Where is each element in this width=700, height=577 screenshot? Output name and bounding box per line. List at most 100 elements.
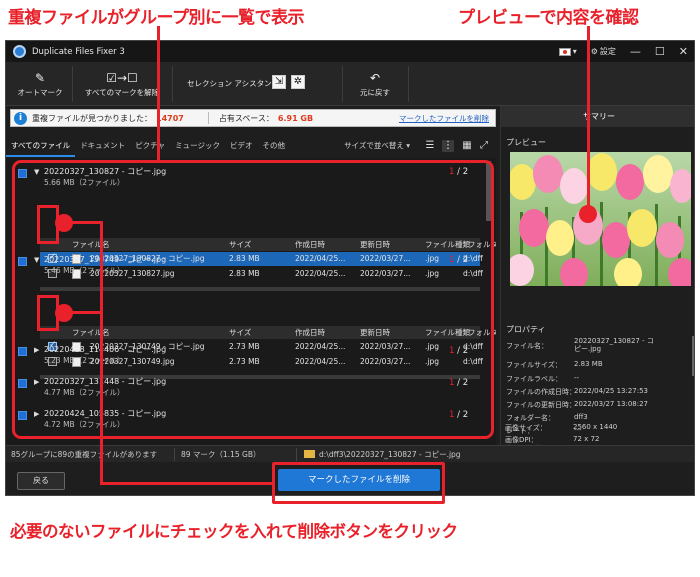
marker-dot-3 bbox=[579, 205, 597, 223]
undo-label: 元に戻す bbox=[360, 87, 390, 97]
file-type: .jpg bbox=[425, 269, 439, 278]
col-created[interactable]: 作成日時 bbox=[295, 238, 325, 251]
collapse-arrow-icon[interactable]: ▼ bbox=[34, 168, 39, 176]
prop-key: ファイルの更新日時： bbox=[506, 401, 576, 409]
col-type[interactable]: ファイル種類 bbox=[425, 238, 470, 251]
expand-arrow-icon[interactable]: ▶ bbox=[34, 410, 39, 418]
file-folder: d:\dff bbox=[463, 357, 483, 366]
file-size: 2.83 MB bbox=[229, 254, 260, 263]
file-created: 2022/04/25... bbox=[295, 342, 346, 351]
col-type[interactable]: ファイル種類 bbox=[425, 326, 470, 339]
prop-value: dff3 bbox=[574, 413, 588, 421]
group-name: 20220418_114406 - コピー.jpg bbox=[44, 345, 167, 354]
folder-icon bbox=[304, 450, 315, 458]
group-checkbox[interactable] bbox=[18, 379, 27, 388]
prop-key: ファイルの作成日時： bbox=[506, 388, 576, 396]
close-button[interactable]: ✕ bbox=[679, 45, 688, 58]
file-created: 2022/04/25... bbox=[295, 357, 346, 366]
group-checkbox[interactable] bbox=[18, 169, 27, 178]
prop-key: 画像DPI： bbox=[505, 436, 538, 444]
file-modified: 2022/03/27... bbox=[360, 254, 411, 263]
group-size: 5.23 MB（2ファイル） bbox=[44, 356, 125, 365]
sort-dropdown[interactable]: サイズで並べ替え ▾ bbox=[344, 135, 410, 157]
selection-assistant-clear-icon[interactable]: ✲ bbox=[291, 75, 305, 89]
group-count: 1 / 2 bbox=[449, 410, 469, 420]
status-bar: 85グループに89の重複ファイルがあります 89 マーク（1.15 GB） d:… bbox=[6, 445, 694, 462]
checkbox-arrow-icon: ☑→☐ bbox=[106, 70, 138, 85]
prop-key: ファイルサイズ： bbox=[506, 361, 562, 369]
delete-marked-button[interactable]: マークしたファイルを削除 bbox=[278, 469, 440, 491]
col-filename[interactable]: ファイル名 bbox=[72, 238, 110, 251]
group-checkbox[interactable] bbox=[18, 411, 27, 420]
auto-mark-button[interactable]: ✎ オートマーク bbox=[16, 67, 64, 101]
connector-line bbox=[587, 26, 590, 210]
prop-value: 2022/04/25 13:27:53 bbox=[574, 387, 649, 395]
tab-pictures[interactable]: ピクチャ bbox=[130, 135, 170, 157]
app-window: Duplicate Files Fixer 3 ▾ ⚙ 設定 — ☐ ✕ ✎ オ… bbox=[5, 40, 695, 496]
group-size: 4.72 MB（2ファイル） bbox=[44, 420, 125, 429]
settings-button[interactable]: ⚙ 設定 bbox=[591, 46, 616, 57]
expand-arrow-icon[interactable]: ▶ bbox=[34, 346, 39, 354]
connector-line bbox=[100, 221, 103, 484]
tab-video[interactable]: ビデオ bbox=[225, 135, 258, 157]
group-checkbox[interactable] bbox=[18, 347, 27, 356]
collapse-arrow-icon[interactable]: ▼ bbox=[34, 256, 39, 264]
group-checkbox[interactable] bbox=[18, 257, 27, 266]
minimize-button[interactable]: — bbox=[630, 45, 641, 58]
marker-dot-1 bbox=[55, 214, 73, 232]
col-size[interactable]: サイズ bbox=[229, 238, 251, 251]
app-logo-icon bbox=[13, 45, 26, 58]
list-scrollbar[interactable] bbox=[486, 161, 491, 221]
preview-label: プレビュー bbox=[506, 138, 546, 147]
tab-all-files[interactable]: すべてのファイル bbox=[6, 135, 76, 157]
grid-view-icon[interactable]: ▦ bbox=[461, 140, 473, 152]
col-filename[interactable]: ファイル名 bbox=[72, 326, 110, 339]
unmark-all-button[interactable]: ☑→☐ すべてのマークを解除 bbox=[80, 67, 164, 101]
summary-panel: サマリー プレビュー プロパティ ファイル名： 20220327_130827 … bbox=[500, 106, 694, 452]
horizontal-scrollbar[interactable] bbox=[40, 287, 480, 291]
prop-value: 2560 x 1440 bbox=[573, 423, 618, 431]
properties-scrollbar[interactable] bbox=[692, 336, 694, 376]
title-bar: Duplicate Files Fixer 3 ▾ ⚙ 設定 — ☐ ✕ bbox=[6, 41, 694, 62]
tab-documents[interactable]: ドキュメント bbox=[75, 135, 130, 157]
tab-other[interactable]: その他 bbox=[257, 135, 290, 157]
detail-view-icon[interactable]: ⋮ bbox=[442, 140, 454, 152]
expand-arrow-icon[interactable]: ▶ bbox=[34, 378, 39, 386]
found-count: 14707 bbox=[156, 113, 184, 123]
file-size: 2.83 MB bbox=[229, 269, 260, 278]
selection-assistant-mark-icon[interactable]: ⇲ bbox=[272, 75, 286, 89]
col-size[interactable]: サイズ bbox=[229, 326, 251, 339]
preview-image bbox=[510, 152, 691, 286]
file-type-tabs: すべてのファイル ドキュメント ピクチャ ミュージック ビデオ その他 サイズで… bbox=[6, 135, 496, 157]
annotation-list-caption: 重複ファイルがグループ別に一覧で表示 bbox=[8, 8, 304, 28]
file-type: .jpg bbox=[425, 342, 439, 351]
japan-flag-icon bbox=[558, 47, 571, 56]
file-table-header: ファイル名 サイズ 作成日時 更新日時 ファイル種類 フォルダ bbox=[40, 326, 496, 339]
language-selector[interactable]: ▾ bbox=[558, 47, 577, 56]
group-size: 5.66 MB（2ファイル） bbox=[44, 178, 125, 187]
col-modified[interactable]: 更新日時 bbox=[360, 326, 390, 339]
marked-summary: 89 マーク（1.15 GB） bbox=[181, 449, 261, 459]
list-view-icon[interactable]: ☰ bbox=[424, 140, 436, 152]
col-created[interactable]: 作成日時 bbox=[295, 326, 325, 339]
col-modified[interactable]: 更新日時 bbox=[360, 238, 390, 251]
toolbar: ✎ オートマーク ☑→☐ すべてのマークを解除 セレクション アシスタント ⇲ … bbox=[6, 62, 694, 106]
undo-button[interactable]: ↶ 元に戻す bbox=[352, 67, 398, 101]
tab-music[interactable]: ミュージック bbox=[170, 135, 225, 157]
file-modified: 2022/03/27... bbox=[360, 357, 411, 366]
maximize-button[interactable]: ☐ bbox=[655, 45, 665, 58]
file-type: .jpg bbox=[425, 254, 439, 263]
duplicates-info-bar: i 重複ファイルが見つかりました： 14707 占有スペース： 6.91 GB … bbox=[10, 109, 496, 127]
group-count: 1 / 2 bbox=[449, 255, 469, 265]
col-folder[interactable]: フォルダ bbox=[468, 326, 496, 339]
prop-key: ファイル名： bbox=[506, 342, 548, 350]
expand-icon[interactable]: ⤢ bbox=[478, 140, 490, 152]
prop-value: 72 x 72 bbox=[573, 435, 600, 443]
sort-label: サイズで並べ替え bbox=[344, 141, 404, 150]
delete-marked-link[interactable]: マークしたファイルを削除 bbox=[399, 113, 489, 124]
back-button[interactable]: 戻る bbox=[17, 472, 65, 490]
col-folder[interactable]: フォルダ bbox=[468, 238, 496, 251]
undo-icon: ↶ bbox=[369, 70, 381, 85]
found-label: 重複ファイルが見つかりました： bbox=[32, 113, 152, 123]
tulip-photo bbox=[510, 152, 691, 286]
